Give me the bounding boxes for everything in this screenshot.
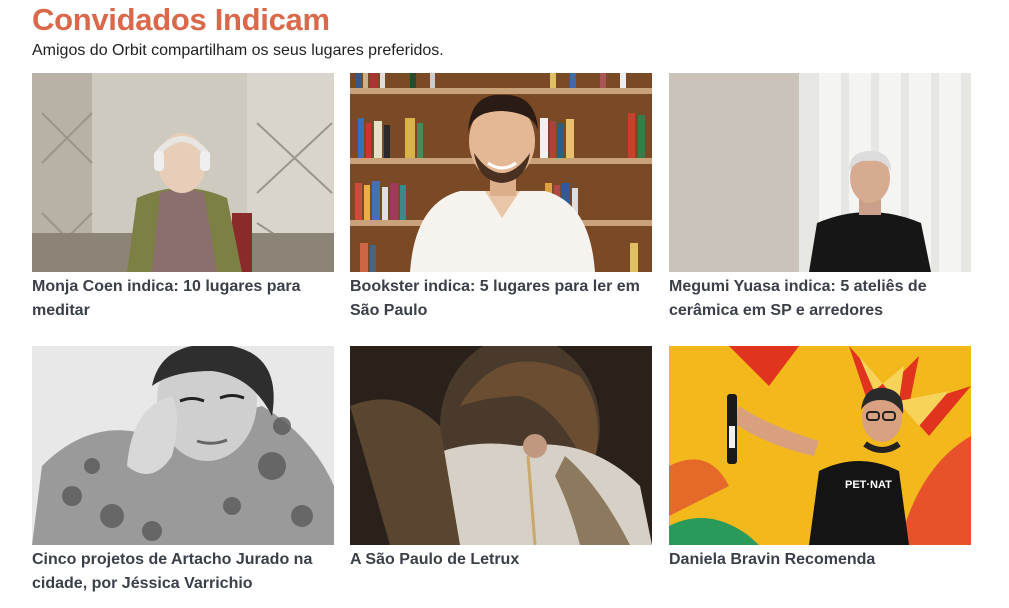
article-title[interactable]: Cinco projetos de Artacho Jurado na cida…	[32, 548, 332, 596]
article-photo[interactable]	[350, 73, 652, 272]
section-subtitle: Amigos do Orbit compartilham os seus lug…	[32, 42, 444, 59]
article-photo[interactable]: PET·NAT	[669, 346, 971, 545]
article-title[interactable]: Daniela Bravin Recomenda	[669, 548, 969, 572]
article-card[interactable]: Monja Coen indica: 10 lugares para medit…	[32, 73, 334, 323]
article-photo[interactable]	[350, 346, 652, 545]
article-card[interactable]: Cinco projetos de Artacho Jurado na cida…	[32, 346, 334, 596]
article-card[interactable]: A São Paulo de Letrux	[350, 346, 652, 572]
article-photo[interactable]	[669, 73, 971, 272]
svg-text:PET·NAT: PET·NAT	[845, 479, 892, 491]
article-photo[interactable]	[32, 73, 334, 272]
section-header: Convidados Indicam Amigos do Orbit compa…	[32, 2, 444, 61]
article-title[interactable]: Megumi Yuasa indica: 5 ateliês de cerâmi…	[669, 275, 969, 323]
article-title[interactable]: A São Paulo de Letrux	[350, 548, 650, 572]
article-card[interactable]: PET·NAT Daniela Bravin Recomenda	[669, 346, 971, 572]
article-card[interactable]: Bookster indica: 5 lugares para ler em S…	[350, 73, 652, 323]
article-title[interactable]: Monja Coen indica: 10 lugares para medit…	[32, 275, 332, 323]
section-title: Convidados Indicam	[32, 2, 330, 37]
article-card[interactable]: Megumi Yuasa indica: 5 ateliês de cerâmi…	[669, 73, 971, 323]
article-photo[interactable]	[32, 346, 334, 545]
article-title[interactable]: Bookster indica: 5 lugares para ler em S…	[350, 275, 650, 323]
